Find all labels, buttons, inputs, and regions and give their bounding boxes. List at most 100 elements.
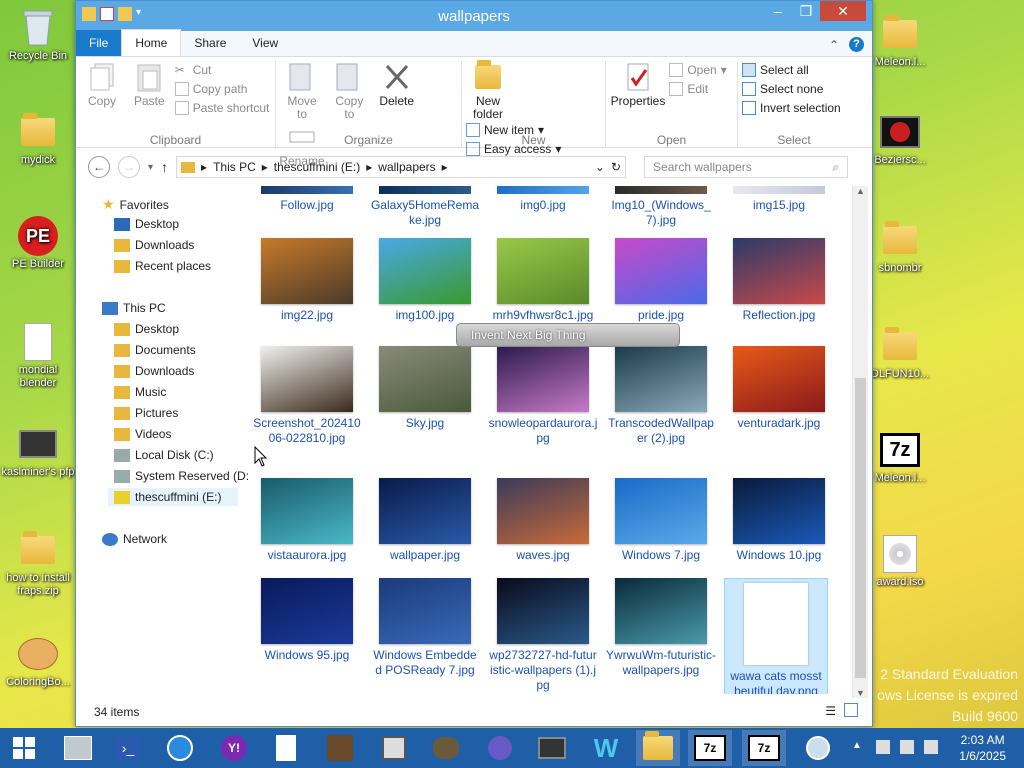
monitor-icon[interactable]: Beziersc...	[862, 112, 938, 167]
7zip-icon[interactable]: 7z	[742, 730, 786, 766]
nav-pc-desktop[interactable]: Desktop	[114, 322, 179, 336]
game-icon[interactable]	[478, 730, 522, 766]
minimize-button[interactable]: ‒	[764, 1, 792, 21]
powershell-icon[interactable]: ›_	[106, 730, 150, 766]
copy-to-button[interactable]: Copy to	[327, 61, 371, 121]
back-button[interactable]: ←	[88, 156, 110, 178]
copy-button[interactable]: Copy	[80, 61, 124, 108]
file-tile[interactable]: wp2732727-hd-futuristic-wallpapers (1).j…	[488, 578, 598, 693]
scroll-down-arrow[interactable]: ▼	[853, 688, 868, 698]
file-tile[interactable]: wallpaper.jpg	[370, 478, 480, 563]
breadcrumb-wallpapers[interactable]: wallpapers	[378, 160, 435, 174]
chevron-down-icon[interactable]: ▾	[148, 162, 153, 173]
server-manager-icon[interactable]	[56, 730, 100, 766]
move-to-button[interactable]: Move to	[280, 61, 324, 121]
vertical-scrollbar[interactable]: ▲ ▼	[852, 186, 868, 698]
file-tile[interactable]: waves.jpg	[488, 478, 598, 563]
up-arrow-icon[interactable]: ↑	[161, 159, 168, 175]
file-tile[interactable]: Follow.jpg	[252, 186, 362, 213]
refresh-icon[interactable]: ↻	[611, 160, 621, 174]
file-tile[interactable]: venturadark.jpg	[724, 346, 834, 431]
properties-button[interactable]: Properties	[610, 61, 666, 108]
nav-network[interactable]: Network	[102, 532, 167, 546]
nav-desktop[interactable]: Desktop	[114, 217, 179, 231]
nav-documents[interactable]: Documents	[114, 343, 196, 357]
file-tile[interactable]: Galaxy5HomeRemake.jpg	[370, 186, 480, 228]
nav-system-reserved-d[interactable]: System Reserved (D:	[114, 469, 249, 483]
search-input[interactable]: Search wallpapers ⌕	[644, 156, 849, 178]
zip-folder-icon[interactable]: how to install fraps.zip	[0, 530, 76, 598]
address-bar[interactable]: ▸ This PC ▸ thescuffmini (E:) ▸ wallpape…	[176, 156, 627, 178]
tab-file[interactable]: File	[76, 30, 122, 56]
folder-icon[interactable]: sbnombr	[862, 220, 938, 275]
nav-downloads[interactable]: Downloads	[114, 238, 194, 252]
document-icon[interactable]	[264, 730, 308, 766]
network-tray-icon[interactable]	[900, 740, 914, 754]
file-icon[interactable]: mondial blender	[0, 322, 76, 390]
nav-this-pc[interactable]: This PC	[102, 301, 166, 315]
disc-icon[interactable]: award.iso	[862, 534, 938, 589]
folder-icon[interactable]: DLFUN10...	[862, 326, 938, 381]
file-tile[interactable]: img15.jpg	[724, 186, 834, 213]
folder-icon[interactable]: Meleon.l...	[862, 14, 938, 69]
paste-button[interactable]: Paste	[127, 61, 171, 108]
computer-icon[interactable]	[530, 730, 574, 766]
copy-path-button[interactable]: Copy path	[174, 82, 270, 96]
recycle-bin-icon[interactable]: Recycle Bin	[0, 8, 76, 63]
file-tile[interactable]: img0.jpg	[488, 186, 598, 213]
title-bar[interactable]: ▾ wallpapers ‒ ❐ ✕	[76, 1, 872, 31]
file-tile[interactable]: Sky.jpg	[370, 346, 480, 431]
tab-view[interactable]: View	[239, 30, 291, 56]
select-none-button[interactable]: Select none	[742, 82, 841, 96]
file-tile[interactable]: img22.jpg	[252, 238, 362, 323]
nav-pictures[interactable]: Pictures	[114, 406, 178, 420]
file-tile[interactable]: Windows 7.jpg	[606, 478, 716, 563]
nav-local-disk-c[interactable]: Local Disk (C:)	[114, 448, 214, 462]
nav-music[interactable]: Music	[114, 385, 166, 399]
tab-share[interactable]: Share	[181, 30, 239, 56]
7zip-icon[interactable]: 7z	[688, 730, 732, 766]
close-button[interactable]: ✕	[820, 1, 866, 21]
action-center-icon[interactable]	[876, 740, 890, 754]
pe-builder-icon[interactable]: PE PE Builder	[0, 216, 76, 271]
forward-button[interactable]: →	[118, 156, 140, 178]
open-button[interactable]: Open ▾	[669, 63, 727, 77]
edit-button[interactable]: Edit	[669, 82, 726, 96]
details-view-icon[interactable]: ☰	[825, 704, 836, 718]
folder-icon[interactable]: mydick	[0, 112, 76, 167]
7zip-icon[interactable]: 7z Meleon.l...	[862, 430, 938, 485]
file-tile[interactable]: Img10_(Windows_7).jpg	[606, 186, 716, 228]
nav-thescuffmini-e[interactable]: thescuffmini (E:)	[108, 488, 238, 506]
file-tile[interactable]: Windows Embedded POSReady 7.jpg	[370, 578, 480, 678]
nav-favorites[interactable]: ★ Favorites	[102, 196, 169, 213]
file-tile[interactable]: snowleopardaurora.jpg	[488, 346, 598, 446]
nav-recent-places[interactable]: Recent places	[114, 259, 211, 273]
volume-icon[interactable]	[924, 740, 938, 754]
cut-button[interactable]: ✂ Cut	[175, 63, 270, 77]
chevron-up-icon[interactable]: ⌃	[829, 38, 839, 52]
tab-home[interactable]: Home	[121, 29, 182, 56]
computer-icon[interactable]: kaslminer's pfp	[0, 424, 76, 479]
paste-shortcut-button[interactable]: Paste shortcut	[174, 101, 269, 115]
scroll-thumb[interactable]	[855, 378, 866, 678]
file-tile[interactable]: Reflection.jpg	[724, 238, 834, 323]
file-tile[interactable]: img100.jpg	[370, 238, 480, 323]
file-tile[interactable]: YwrwuWm-futuristic-wallpapers.jpg	[606, 578, 716, 678]
palette-icon[interactable]: ColoringBo...	[0, 634, 76, 689]
breadcrumb-this-pc[interactable]: This PC	[213, 160, 256, 174]
help-icon[interactable]: ?	[849, 37, 864, 52]
file-explorer-icon[interactable]	[636, 730, 680, 766]
file-tile[interactable]: TranscodedWallpaper (2).jpg	[606, 346, 716, 446]
search-icon[interactable]: ⌕	[832, 160, 839, 175]
word-app-icon[interactable]: W	[584, 730, 628, 766]
file-tile[interactable]: mrh9vfhwsr8c1.jpg	[488, 238, 598, 323]
screenshot-tool-icon[interactable]	[372, 730, 416, 766]
system-clock[interactable]: 2:03 AM 1/6/2025	[959, 732, 1006, 764]
large-icons-view-icon[interactable]	[844, 703, 858, 717]
start-button[interactable]	[2, 730, 46, 766]
nav-videos[interactable]: Videos	[114, 427, 171, 441]
tray-expand-icon[interactable]: ▲	[852, 740, 862, 751]
file-tile[interactable]: Screenshot_20241006-022810.jpg	[252, 346, 362, 446]
delete-button[interactable]: Delete	[375, 61, 419, 108]
file-tile[interactable]: wawa cats mosst beutiful day.png	[724, 578, 828, 694]
